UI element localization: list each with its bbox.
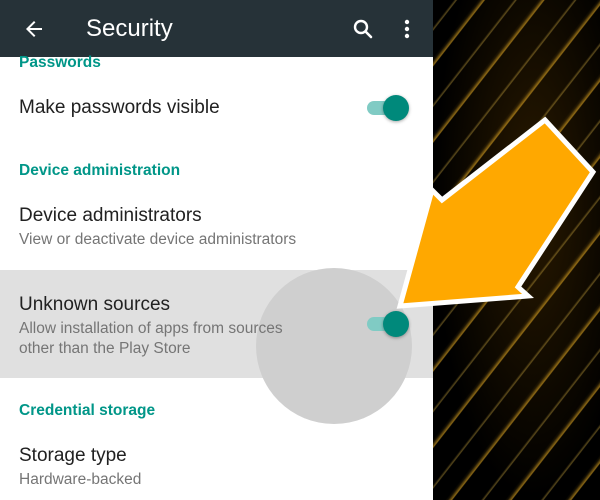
search-button[interactable] (341, 0, 385, 57)
setting-title: Make passwords visible (19, 97, 220, 118)
setting-subtitle-line1: Allow installation of apps from sources (19, 320, 283, 337)
setting-subtitle: View or deactivate device administrators (19, 231, 297, 248)
touch-ripple (256, 268, 412, 424)
toggle-thumb (383, 95, 409, 121)
settings-list: Passwords Make passwords visible Device … (0, 54, 433, 500)
back-arrow-icon (26, 20, 42, 37)
more-options-button[interactable] (385, 0, 429, 57)
decorative-background (433, 0, 600, 500)
phone-screen: Security Passwords Make passwords visibl… (0, 0, 433, 500)
search-icon (353, 19, 373, 38)
section-header-passwords: Passwords (19, 54, 101, 71)
setting-subtitle-line2: other than the Play Store (19, 340, 191, 357)
section-header-credential-storage: Credential storage (19, 402, 156, 419)
setting-title: Device administrators (19, 205, 202, 226)
app-bar: Security (0, 0, 433, 57)
more-vert-icon (404, 19, 410, 38)
unknown-sources-toggle[interactable] (367, 311, 409, 337)
section-header-device-administration: Device administration (19, 162, 181, 179)
setting-title: Storage type (19, 445, 127, 466)
setting-subtitle: Hardware-backed (19, 471, 142, 488)
setting-title: Unknown sources (19, 294, 171, 315)
make-passwords-visible-toggle[interactable] (367, 95, 409, 121)
page-title: Security (86, 14, 173, 42)
toggle-thumb (383, 311, 409, 337)
back-button[interactable] (0, 0, 68, 57)
